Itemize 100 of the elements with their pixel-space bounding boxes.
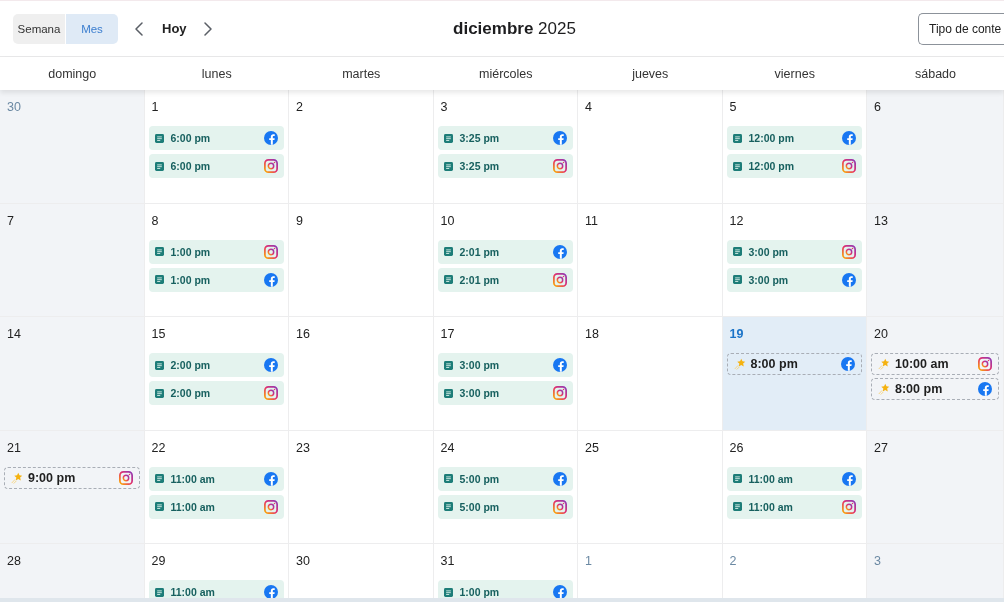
weekday-label: viernes: [774, 66, 815, 81]
draft-post[interactable]: 10:00 am: [871, 353, 999, 375]
weekday-label: jueves: [632, 66, 669, 81]
horizontal-scrollbar[interactable]: [0, 598, 1004, 602]
day-number: 16: [296, 327, 310, 341]
day-number: 21: [7, 440, 21, 455]
instagram-icon: [553, 159, 567, 173]
day-number: 30: [296, 554, 310, 568]
post-time: 2:01 pm: [459, 245, 500, 258]
scheduled-post[interactable]: 1:00 pm: [148, 267, 284, 292]
scheduled-post[interactable]: 3:00 pm: [437, 353, 573, 377]
document-icon: [443, 474, 453, 483]
document-icon: [154, 360, 164, 370]
document-icon: [154, 502, 164, 511]
facebook-icon: [264, 585, 278, 598]
facebook-icon: [264, 131, 278, 145]
content-type-button[interactable]: Tipo de conte: [918, 12, 1004, 45]
facebook-icon: [264, 358, 278, 372]
scheduled-post[interactable]: 2:00 pm: [148, 353, 284, 377]
next-button[interactable]: [202, 19, 213, 38]
draft-post[interactable]: 8:00 pm: [871, 378, 999, 400]
document-icon: [154, 247, 164, 256]
scheduled-post[interactable]: 3:25 pm: [437, 154, 573, 178]
scheduled-post[interactable]: 5:00 pm: [437, 494, 573, 519]
day-number: 17: [440, 327, 455, 341]
post-time: 6:00 pm: [170, 132, 211, 144]
post-time: 3:00 pm: [748, 273, 789, 286]
scheduled-post[interactable]: 5:00 pm: [437, 466, 573, 491]
document-icon: [443, 360, 453, 370]
scheduled-post[interactable]: 11:00 am: [726, 494, 862, 519]
view-tab[interactable]: Mes: [66, 13, 118, 44]
facebook-icon: [264, 272, 278, 287]
scheduled-post[interactable]: 11:00 am: [148, 494, 284, 519]
day-number: 1: [151, 100, 159, 114]
day-number: 2: [729, 554, 737, 568]
document-icon: [443, 247, 453, 256]
scheduled-post[interactable]: 2:01 pm: [437, 239, 573, 264]
scheduled-post[interactable]: 11:00 am: [148, 466, 284, 491]
day-number: 28: [7, 554, 21, 568]
draft-post[interactable]: 8:00 pm: [726, 353, 862, 375]
day-number: 18: [585, 327, 599, 341]
post-time: 1:00 pm: [170, 273, 211, 286]
scheduled-post[interactable]: 12:00 pm: [726, 126, 862, 150]
facebook-icon: [553, 585, 567, 598]
facebook-icon: [842, 131, 856, 145]
day-number: 12: [729, 213, 744, 228]
day-number: 6: [874, 100, 881, 114]
day-number: 19: [729, 327, 744, 341]
document-icon: [732, 133, 742, 143]
day-number: 26: [729, 440, 744, 455]
instagram-icon: [842, 244, 856, 259]
scheduled-post[interactable]: 3:25 pm: [437, 126, 573, 150]
post-time: 10:00 am: [895, 357, 949, 371]
day-number: 8: [151, 213, 159, 228]
document-icon: [443, 388, 453, 398]
facebook-icon: [841, 357, 855, 371]
facebook-icon: [978, 382, 992, 396]
previous-button[interactable]: [134, 19, 144, 38]
day-number: 11: [585, 213, 598, 228]
scheduled-post[interactable]: 1:00 pm: [437, 580, 573, 598]
weekday-label: martes: [342, 66, 381, 81]
scheduled-post[interactable]: 2:00 pm: [148, 381, 284, 405]
day-number: 7: [7, 213, 14, 228]
document-icon: [443, 587, 453, 597]
post-time: 8:00 pm: [895, 382, 943, 396]
document-icon: [732, 474, 742, 483]
view-tab[interactable]: Semana: [13, 13, 65, 44]
scheduled-post[interactable]: 6:00 pm: [148, 126, 284, 150]
today-button[interactable]: Hoy: [158, 15, 191, 42]
document-icon: [443, 275, 453, 284]
post-time: 11:00 am: [170, 500, 215, 513]
scheduled-post[interactable]: 1:00 pm: [148, 239, 284, 264]
instagram-icon: [553, 272, 567, 287]
scheduled-post[interactable]: 6:00 pm: [148, 154, 284, 178]
post-time: 2:01 pm: [459, 273, 500, 286]
instagram-icon: [118, 470, 133, 485]
instagram-icon: [553, 499, 567, 514]
day-number: 23: [296, 440, 310, 455]
document-icon: [732, 275, 742, 284]
instagram-icon: [264, 386, 278, 400]
scheduled-post[interactable]: 3:00 pm: [726, 267, 862, 292]
document-icon: [443, 133, 453, 143]
star-icon: [878, 358, 890, 370]
document-icon: [154, 474, 164, 483]
facebook-icon: [553, 131, 567, 145]
scheduled-post[interactable]: 2:01 pm: [437, 267, 573, 292]
facebook-icon: [264, 471, 278, 486]
month-title: diciembre 2025: [453, 18, 576, 39]
scheduled-post[interactable]: 12:00 pm: [726, 154, 862, 178]
scheduled-post[interactable]: 3:00 pm: [726, 239, 862, 264]
day-number: 25: [585, 440, 599, 455]
day-number: 31: [440, 554, 455, 568]
scheduled-post[interactable]: 3:00 pm: [437, 381, 573, 405]
facebook-icon: [553, 471, 567, 486]
post-time: 3:00 pm: [748, 245, 789, 258]
scheduled-post[interactable]: 11:00 am: [726, 466, 862, 491]
draft-post[interactable]: 9:00 pm: [4, 466, 140, 489]
post-time: 1:00 pm: [170, 245, 211, 258]
post-time: 8:00 pm: [750, 357, 798, 371]
scheduled-post[interactable]: 11:00 am: [148, 580, 284, 598]
